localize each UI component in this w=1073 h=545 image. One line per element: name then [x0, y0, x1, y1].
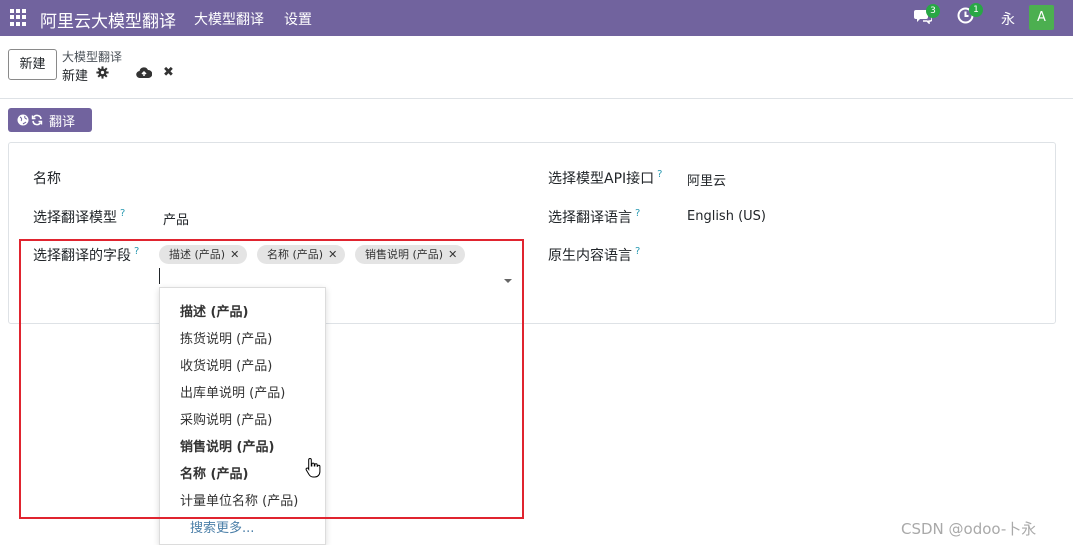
model-field[interactable]: 产品: [163, 209, 189, 228]
control-panel: 新建 大模型翻译 新建 ✖: [0, 36, 1073, 99]
activity-count-badge: 1: [969, 3, 983, 17]
language-field[interactable]: English (US): [687, 209, 766, 224]
top-navbar: 阿里云大模型翻译 大模型翻译 设置 3 1 永 A: [0, 0, 1073, 36]
translate-button[interactable]: 翻译: [8, 108, 92, 132]
api-field[interactable]: 阿里云: [687, 170, 726, 189]
company-switcher[interactable]: 永: [1001, 9, 1015, 29]
gear-icon[interactable]: [96, 66, 109, 79]
model-help-icon[interactable]: ?: [120, 208, 125, 219]
search-more-link[interactable]: 搜索更多...: [190, 517, 254, 536]
highlight-annotation: [19, 239, 524, 519]
api-help-icon[interactable]: ?: [657, 169, 662, 180]
chat-button[interactable]: 3: [914, 4, 940, 28]
cloud-upload-icon[interactable]: [136, 66, 152, 79]
user-avatar[interactable]: A: [1029, 5, 1054, 30]
refresh-icon: [31, 114, 43, 126]
source-language-label: 原生内容语言?: [548, 246, 641, 264]
breadcrumb-current: 新建: [62, 69, 89, 84]
translate-button-label: 翻译: [49, 114, 76, 130]
source-language-help-icon[interactable]: ?: [635, 246, 640, 257]
breadcrumb-parent[interactable]: 大模型翻译: [62, 48, 122, 65]
activity-button[interactable]: 1: [957, 3, 983, 29]
menu-item-translate[interactable]: 大模型翻译: [194, 9, 264, 29]
new-button[interactable]: 新建: [8, 49, 57, 80]
app-brand[interactable]: 阿里云大模型翻译: [40, 7, 176, 32]
discard-icon[interactable]: ✖: [163, 65, 174, 80]
watermark: CSDN @odoo-卜永: [901, 520, 1037, 538]
name-label: 名称: [33, 171, 61, 187]
menu-item-settings[interactable]: 设置: [284, 9, 312, 29]
chat-count-badge: 3: [926, 4, 940, 18]
model-label: 选择翻译模型?: [33, 208, 126, 226]
hand-cursor-icon: [305, 457, 321, 478]
apps-menu-icon[interactable]: [10, 9, 27, 26]
api-label: 选择模型API接口?: [548, 169, 663, 187]
language-help-icon[interactable]: ?: [635, 208, 640, 219]
globe-icon: [17, 114, 29, 126]
language-label: 选择翻译语言?: [548, 208, 641, 226]
